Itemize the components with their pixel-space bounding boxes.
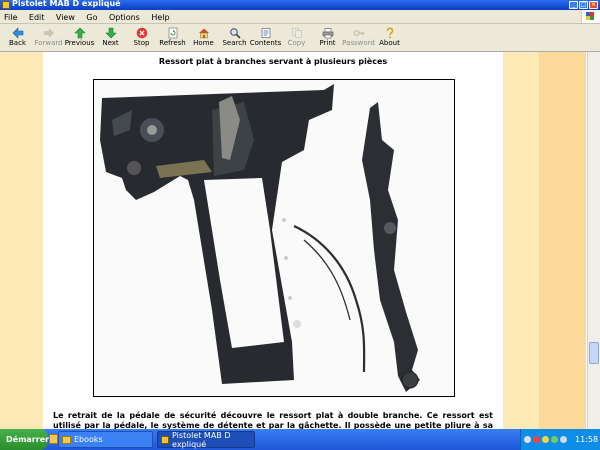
right-margin-outer [539, 52, 586, 429]
stop-icon [135, 26, 148, 39]
system-tray: 11:58 [520, 429, 600, 450]
contents-icon [259, 26, 272, 39]
taskbar-button-ebooks[interactable]: Ebooks [58, 431, 153, 448]
forward-arrow-icon [42, 26, 55, 39]
print-icon [321, 26, 334, 39]
pistol-parts-photo [93, 79, 455, 397]
start-button[interactable]: Démarrer [0, 429, 49, 450]
minimize-button[interactable]: _ [569, 1, 578, 9]
key-icon [352, 26, 365, 39]
close-button[interactable]: × [589, 1, 598, 9]
down-arrow-icon [104, 26, 117, 39]
maximize-button[interactable]: □ [579, 1, 588, 9]
menu-go[interactable]: Go [82, 11, 101, 24]
password-button[interactable]: Password [342, 24, 375, 51]
print-button[interactable]: Print [312, 24, 343, 51]
title-bar: Pistolet MAB D expliqué _ □ × [0, 0, 600, 10]
taskbar: Démarrer Ebooks Pistolet MAB D expliqué … [0, 429, 600, 450]
tray-network-icon[interactable] [551, 436, 558, 443]
scroll-thumb[interactable] [589, 342, 599, 364]
back-arrow-icon [11, 26, 24, 39]
document-view[interactable]: Ressort plat à branches servant à plusie… [0, 52, 600, 429]
menu-edit[interactable]: Edit [25, 11, 49, 24]
menu-options[interactable]: Options [105, 11, 144, 24]
home-button[interactable]: Home [188, 24, 219, 51]
refresh-icon [166, 26, 179, 39]
window-title: Pistolet MAB D expliqué [12, 0, 121, 8]
search-icon [228, 26, 241, 39]
menu-view[interactable]: View [52, 11, 79, 24]
app-icon [2, 1, 10, 9]
stop-button[interactable]: Stop [126, 24, 157, 51]
menu-help[interactable]: Help [147, 11, 173, 24]
toolbar: Back Forward Previous Next Stop Refresh [0, 24, 600, 52]
copy-button[interactable]: Copy [281, 24, 312, 51]
left-margin [0, 52, 43, 429]
clock: 11:58 [575, 435, 599, 444]
back-button[interactable]: Back [2, 24, 33, 51]
tray-antivirus-icon[interactable] [533, 436, 540, 443]
copy-icon [290, 26, 303, 39]
about-icon [383, 26, 396, 39]
forward-button[interactable]: Forward [33, 24, 64, 51]
about-button[interactable]: About [374, 24, 405, 51]
windows-logo-icon [581, 10, 600, 23]
body-paragraph: Le retrait de la pédale de sécurité déco… [53, 411, 493, 429]
page-title: Ressort plat à branches servant à plusie… [158, 57, 388, 66]
vertical-scrollbar[interactable] [587, 52, 600, 429]
folder-icon [62, 435, 71, 444]
tray-volume-icon[interactable] [560, 436, 567, 443]
menu-file[interactable]: File [0, 11, 21, 24]
menu-bar: File Edit View Go Options Help [0, 10, 600, 24]
previous-button[interactable]: Previous [64, 24, 95, 51]
quicklaunch-folder-icon[interactable] [49, 434, 58, 444]
contents-button[interactable]: Contents [250, 24, 281, 51]
ebook-icon [161, 435, 170, 444]
taskbar-button-pistolet[interactable]: Pistolet MAB D expliqué [157, 431, 255, 449]
tray-messenger-icon[interactable] [542, 436, 549, 443]
home-icon [197, 26, 210, 39]
tray-arrow-icon[interactable] [524, 436, 531, 443]
search-button[interactable]: Search [219, 24, 250, 51]
refresh-button[interactable]: Refresh [157, 24, 188, 51]
next-button[interactable]: Next [95, 24, 126, 51]
up-arrow-icon [73, 26, 86, 39]
right-margin [503, 52, 539, 429]
